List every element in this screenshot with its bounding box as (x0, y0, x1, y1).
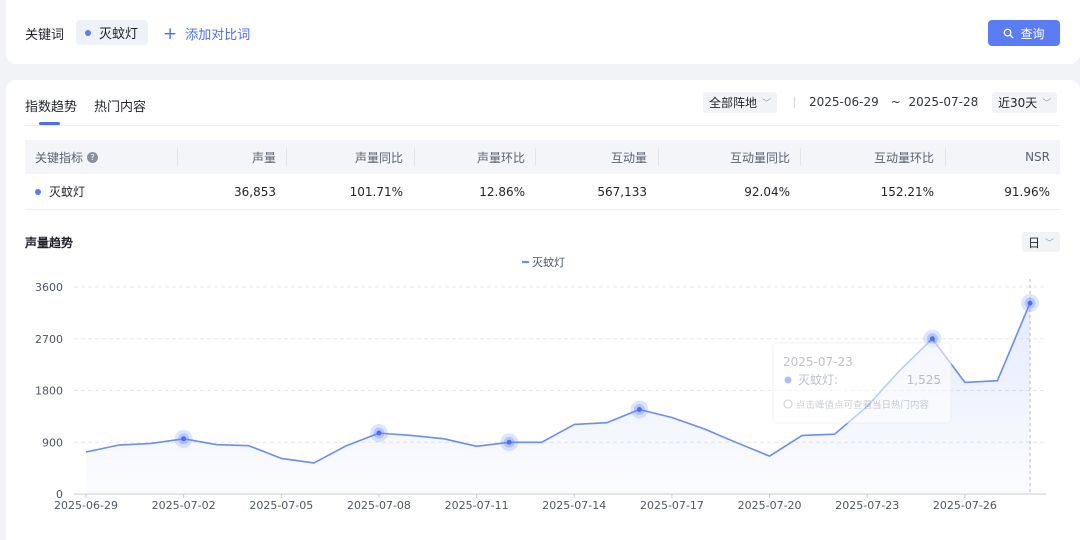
peak-point (369, 424, 388, 443)
x-tick-label: 2025-07-02 (152, 499, 216, 512)
y-tick-label: 2700 (35, 333, 63, 346)
peak-point (500, 433, 519, 452)
tooltip-date: 2025-07-23 (783, 355, 853, 369)
tooltip-series: 灭蚊灯: (798, 372, 838, 387)
peak-point (174, 429, 193, 448)
peak-point-dot (506, 439, 512, 445)
x-tick-label: 2025-07-20 (738, 499, 802, 512)
peak-point-dot (636, 406, 642, 412)
x-tick-label: 2025-07-08 (347, 499, 411, 512)
volume-trend-chart: 09001800270036002025-06-29 2025-07-02 2025… (35, 255, 1046, 512)
x-tick-label: 2025-06-29 (54, 499, 118, 512)
peak-point (630, 400, 649, 419)
x-tick-label: 2025-07-23 (835, 499, 899, 512)
tooltip-series-dot (784, 376, 792, 384)
tooltip-hint: 点击峰值点可查看当日热门内容 (796, 399, 930, 411)
peak-point (1021, 294, 1039, 313)
peak-point-dot (929, 336, 935, 342)
y-tick-label: 900 (42, 436, 63, 449)
peak-point-dot (181, 436, 187, 442)
y-tick-label: 1800 (35, 385, 63, 398)
x-tick-label: 2025-07-05 (249, 499, 313, 512)
tooltip-value: 1,525 (907, 373, 941, 387)
chart-legend: 灭蚊灯 (522, 255, 565, 269)
x-tick-label: 2025-07-11 (445, 499, 509, 512)
peak-point-dot (1027, 300, 1033, 306)
chart-tooltip: 2025-07-23 灭蚊灯: 1,525 点击峰值点可查看当日热门内容 (772, 342, 952, 424)
peak-point-dot (376, 430, 382, 436)
legend-label: 灭蚊灯 (532, 255, 565, 269)
x-tick-label: 2025-07-26 (933, 499, 997, 512)
x-tick-label: 2025-07-17 (640, 499, 704, 512)
x-tick-label: 2025-07-14 (542, 499, 606, 512)
y-tick-label: 3600 (35, 281, 63, 294)
